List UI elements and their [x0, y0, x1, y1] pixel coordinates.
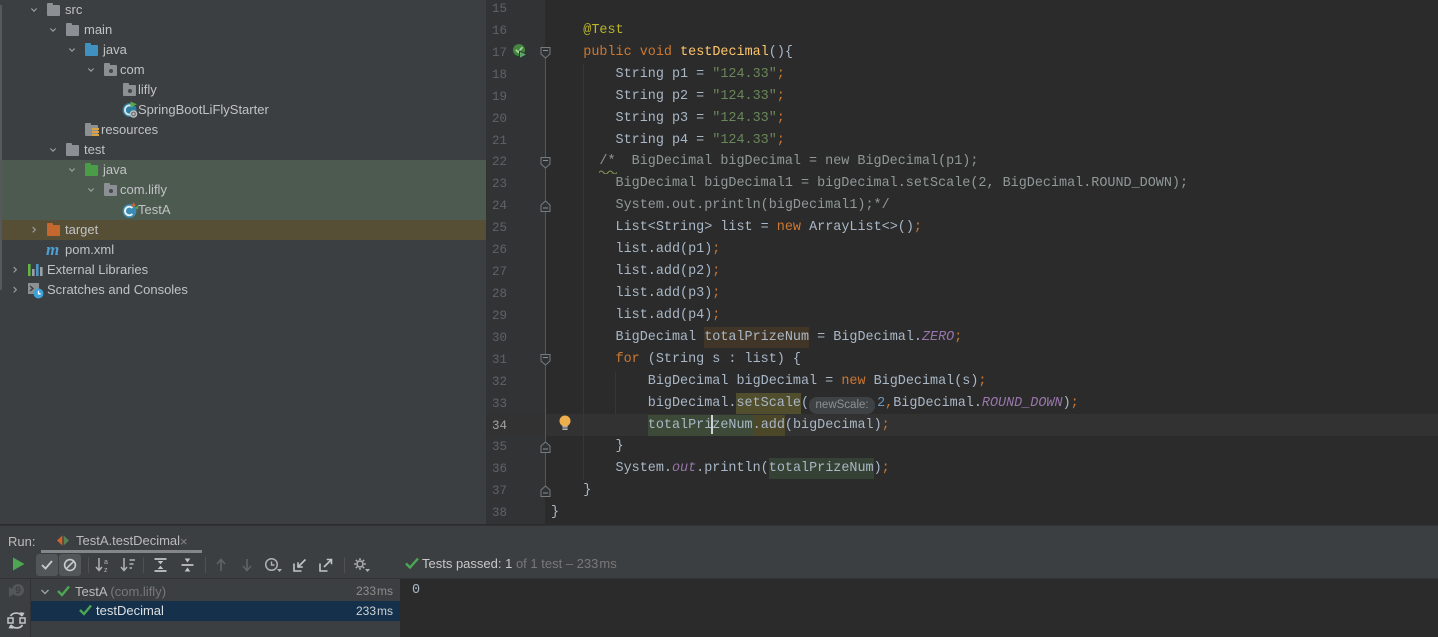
- svg-text:9: 9: [15, 586, 21, 597]
- svg-text:z: z: [104, 567, 108, 573]
- svg-text:a: a: [104, 559, 108, 566]
